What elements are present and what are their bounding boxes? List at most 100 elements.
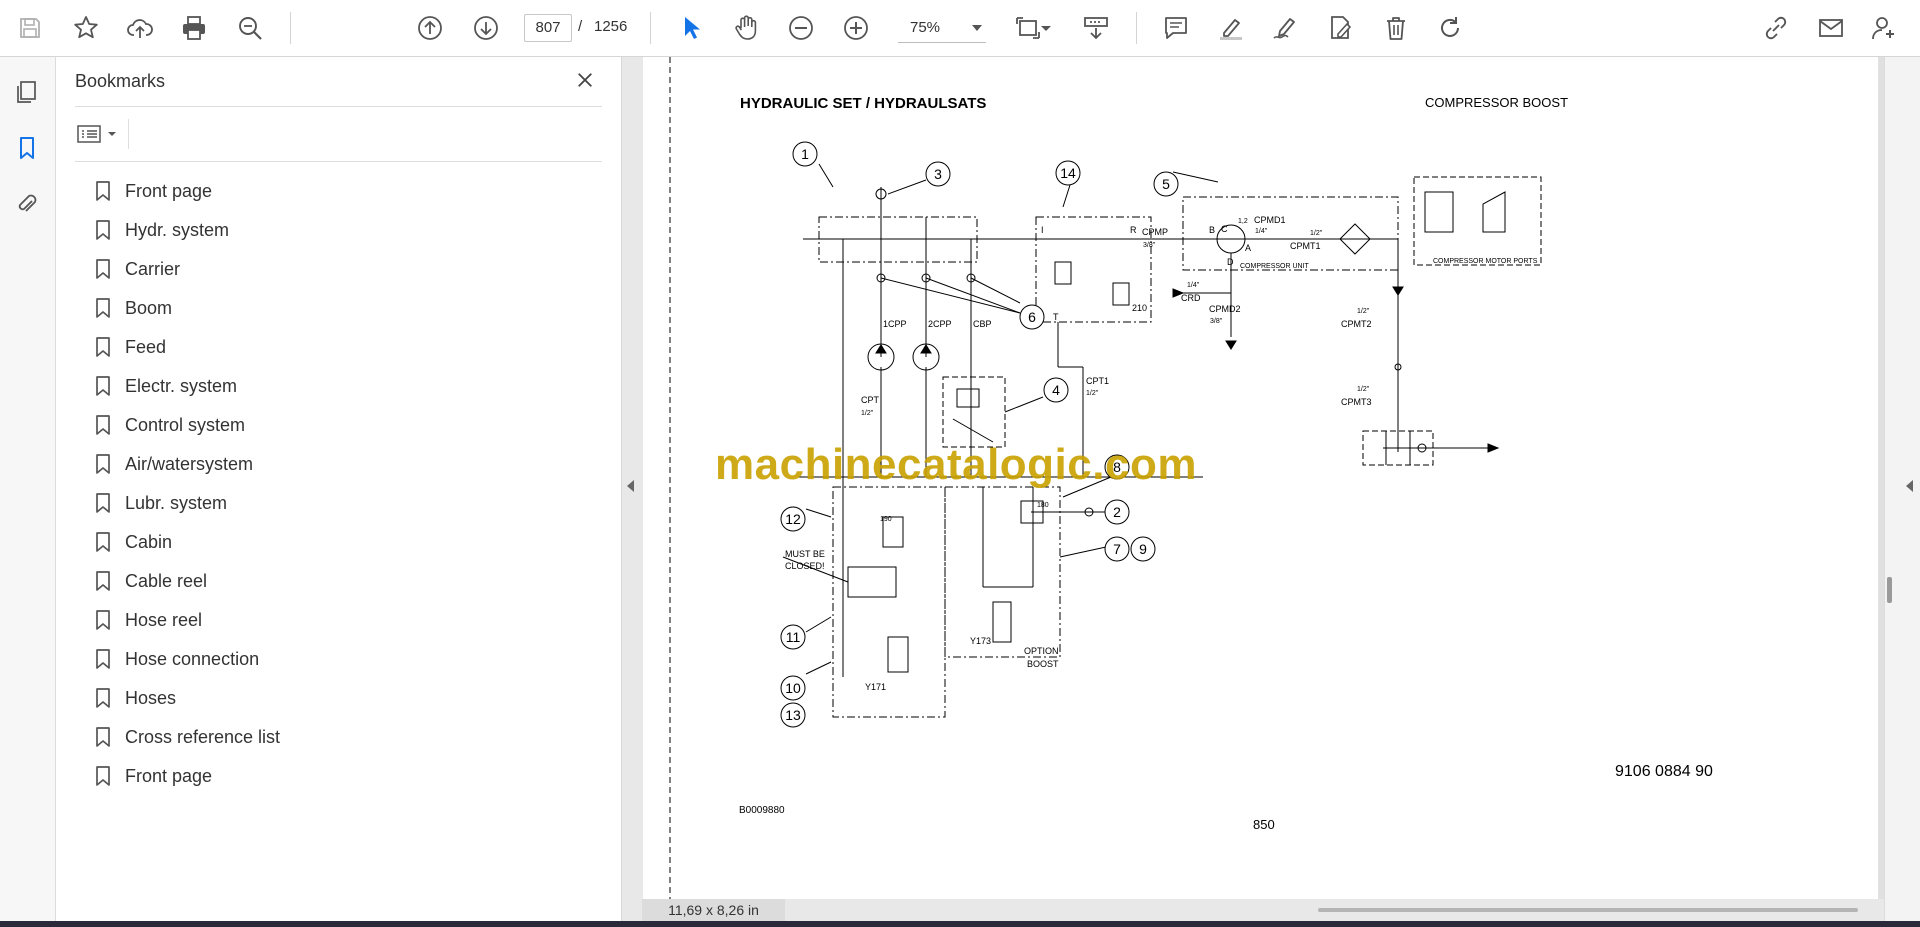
svg-text:CPT: CPT bbox=[861, 395, 880, 405]
page-total: 1256 bbox=[594, 18, 628, 35]
scroll-mode-icon[interactable] bbox=[1078, 10, 1114, 46]
callout-2: 2 bbox=[1113, 504, 1121, 520]
vertical-scrollbar-thumb[interactable] bbox=[1887, 577, 1892, 603]
callout-6: 6 bbox=[1028, 309, 1036, 325]
svg-text:COMPRESSOR UNIT: COMPRESSOR UNIT bbox=[1240, 263, 1310, 270]
pages-icon[interactable] bbox=[12, 77, 42, 107]
taskbar-edge bbox=[0, 921, 1920, 927]
bookmark-icon bbox=[96, 688, 110, 708]
save-icon[interactable] bbox=[12, 10, 48, 46]
comment-icon[interactable] bbox=[1158, 10, 1194, 46]
svg-text:D: D bbox=[1227, 257, 1234, 267]
bookmark-item[interactable]: Cabin bbox=[94, 522, 554, 561]
bookmark-label: Boom bbox=[125, 298, 173, 318]
svg-text:OPTION: OPTION bbox=[1024, 646, 1059, 656]
callout-1: 1 bbox=[801, 146, 809, 162]
bookmark-icon bbox=[96, 259, 110, 279]
page-down-icon[interactable] bbox=[468, 10, 504, 46]
email-icon[interactable] bbox=[1813, 10, 1849, 46]
pdf-page: 1 3 14 5 6 4 8 2 7 9 12 11 10 13 CPMP 3/… bbox=[643, 57, 1880, 902]
bookmark-item[interactable]: Cable reel bbox=[94, 561, 554, 600]
svg-text:CPMD2: CPMD2 bbox=[1209, 304, 1241, 314]
svg-text:3/8": 3/8" bbox=[1143, 242, 1156, 249]
svg-text:B: B bbox=[1209, 225, 1215, 235]
print-icon[interactable] bbox=[176, 10, 212, 46]
fill-sign-icon[interactable] bbox=[1322, 10, 1358, 46]
bookmark-item[interactable]: Hose reel bbox=[94, 600, 554, 639]
svg-text:CPMT1: CPMT1 bbox=[1290, 241, 1321, 251]
bookmark-item[interactable]: Carrier bbox=[94, 249, 554, 288]
bookmark-label: Feed bbox=[125, 337, 167, 357]
bookmarks-icon[interactable] bbox=[12, 133, 42, 163]
svg-text:CPMP: CPMP bbox=[1142, 227, 1168, 237]
svg-text:1/4": 1/4" bbox=[1255, 228, 1268, 235]
bookmark-item[interactable]: Front page bbox=[94, 756, 554, 795]
bookmark-item[interactable]: Cross reference list bbox=[94, 717, 554, 756]
highlight-pen-icon[interactable] bbox=[1213, 10, 1249, 46]
bookmark-icon bbox=[96, 220, 110, 240]
horizontal-scrollbar[interactable] bbox=[1318, 908, 1858, 912]
bookmark-label: Cabin bbox=[125, 532, 173, 552]
svg-text:1CPP: 1CPP bbox=[883, 319, 907, 329]
fit-chevron-down-icon[interactable] bbox=[1036, 10, 1056, 46]
callout-12: 12 bbox=[785, 511, 801, 527]
bookmark-icon bbox=[96, 337, 110, 357]
svg-text:CBP: CBP bbox=[973, 319, 992, 329]
page-up-icon[interactable] bbox=[412, 10, 448, 46]
zoom-select[interactable]: 75% bbox=[898, 14, 986, 43]
bookmark-item[interactable]: Control system bbox=[94, 405, 554, 444]
bookmark-icon bbox=[96, 454, 110, 474]
bookmark-label: Electr. system bbox=[125, 376, 238, 396]
page-number-input[interactable]: 807 bbox=[524, 14, 572, 42]
account-icon[interactable] bbox=[1866, 10, 1902, 46]
select-arrow-icon[interactable] bbox=[673, 10, 709, 46]
bookmark-label: Lubr. system bbox=[125, 493, 228, 513]
rotate-icon[interactable] bbox=[1432, 10, 1468, 46]
collapse-panel-button[interactable] bbox=[622, 57, 642, 927]
bookmark-icon bbox=[96, 610, 110, 630]
bookmark-item[interactable]: Lubr. system bbox=[94, 483, 554, 522]
bookmark-item[interactable]: Hoses bbox=[94, 678, 554, 717]
callout-9: 9 bbox=[1139, 541, 1147, 557]
svg-text:I: I bbox=[1041, 225, 1044, 235]
share-link-icon[interactable] bbox=[1758, 10, 1794, 46]
svg-text:1/2": 1/2" bbox=[1086, 390, 1099, 397]
svg-text:R: R bbox=[1130, 225, 1137, 235]
bookmark-options-button[interactable] bbox=[76, 120, 126, 148]
bookmark-label: Hose reel bbox=[125, 610, 203, 630]
bookmark-item[interactable]: Electr. system bbox=[94, 366, 554, 405]
svg-text:1/2": 1/2" bbox=[1357, 308, 1370, 315]
bookmark-item[interactable]: Front page bbox=[94, 171, 554, 210]
right-pane-toggle[interactable] bbox=[1884, 57, 1920, 927]
svg-text:MUST BE: MUST BE bbox=[785, 549, 825, 559]
bookmark-list: Front page Hydr. system Carrier Boom Feed Ele… bbox=[94, 171, 554, 795]
svg-text:1/2": 1/2" bbox=[1357, 386, 1370, 393]
hand-icon[interactable] bbox=[728, 10, 764, 46]
close-icon[interactable] bbox=[572, 67, 598, 93]
svg-text:CPMT2: CPMT2 bbox=[1341, 319, 1372, 329]
svg-text:BOOST: BOOST bbox=[1027, 659, 1059, 669]
callout-5: 5 bbox=[1162, 176, 1170, 192]
svg-text:CPMD1: CPMD1 bbox=[1254, 215, 1286, 225]
upload-cloud-icon[interactable] bbox=[122, 10, 158, 46]
zoom-in-icon[interactable] bbox=[838, 10, 874, 46]
svg-text:COMPRESSOR MOTOR PORTS: COMPRESSOR MOTOR PORTS bbox=[1433, 258, 1538, 265]
attachments-icon[interactable] bbox=[12, 189, 42, 219]
svg-text:CRD: CRD bbox=[1181, 293, 1201, 303]
bookmark-item[interactable]: Hose connection bbox=[94, 639, 554, 678]
bookmark-icon bbox=[96, 571, 110, 591]
status-bar: 11,69 x 8,26 in bbox=[642, 899, 1884, 921]
bookmark-item[interactable]: Feed bbox=[94, 327, 554, 366]
sign-icon[interactable] bbox=[1267, 10, 1303, 46]
delete-icon[interactable] bbox=[1378, 10, 1414, 46]
bookmark-item[interactable]: Hydr. system bbox=[94, 210, 554, 249]
bookmark-item[interactable]: Boom bbox=[94, 288, 554, 327]
bookmark-label: Hydr. system bbox=[125, 220, 230, 240]
bookmark-star-icon[interactable] bbox=[68, 10, 104, 46]
find-zoom-icon[interactable] bbox=[232, 10, 268, 46]
watermark: machinecatalogic.com bbox=[715, 440, 1197, 489]
panel-title: Bookmarks bbox=[75, 71, 166, 91]
bookmark-item[interactable]: Air/watersystem bbox=[94, 444, 554, 483]
document-view[interactable]: 1 3 14 5 6 4 8 2 7 9 12 11 10 13 CPMP 3/… bbox=[642, 57, 1884, 902]
zoom-out-icon[interactable] bbox=[783, 10, 819, 46]
